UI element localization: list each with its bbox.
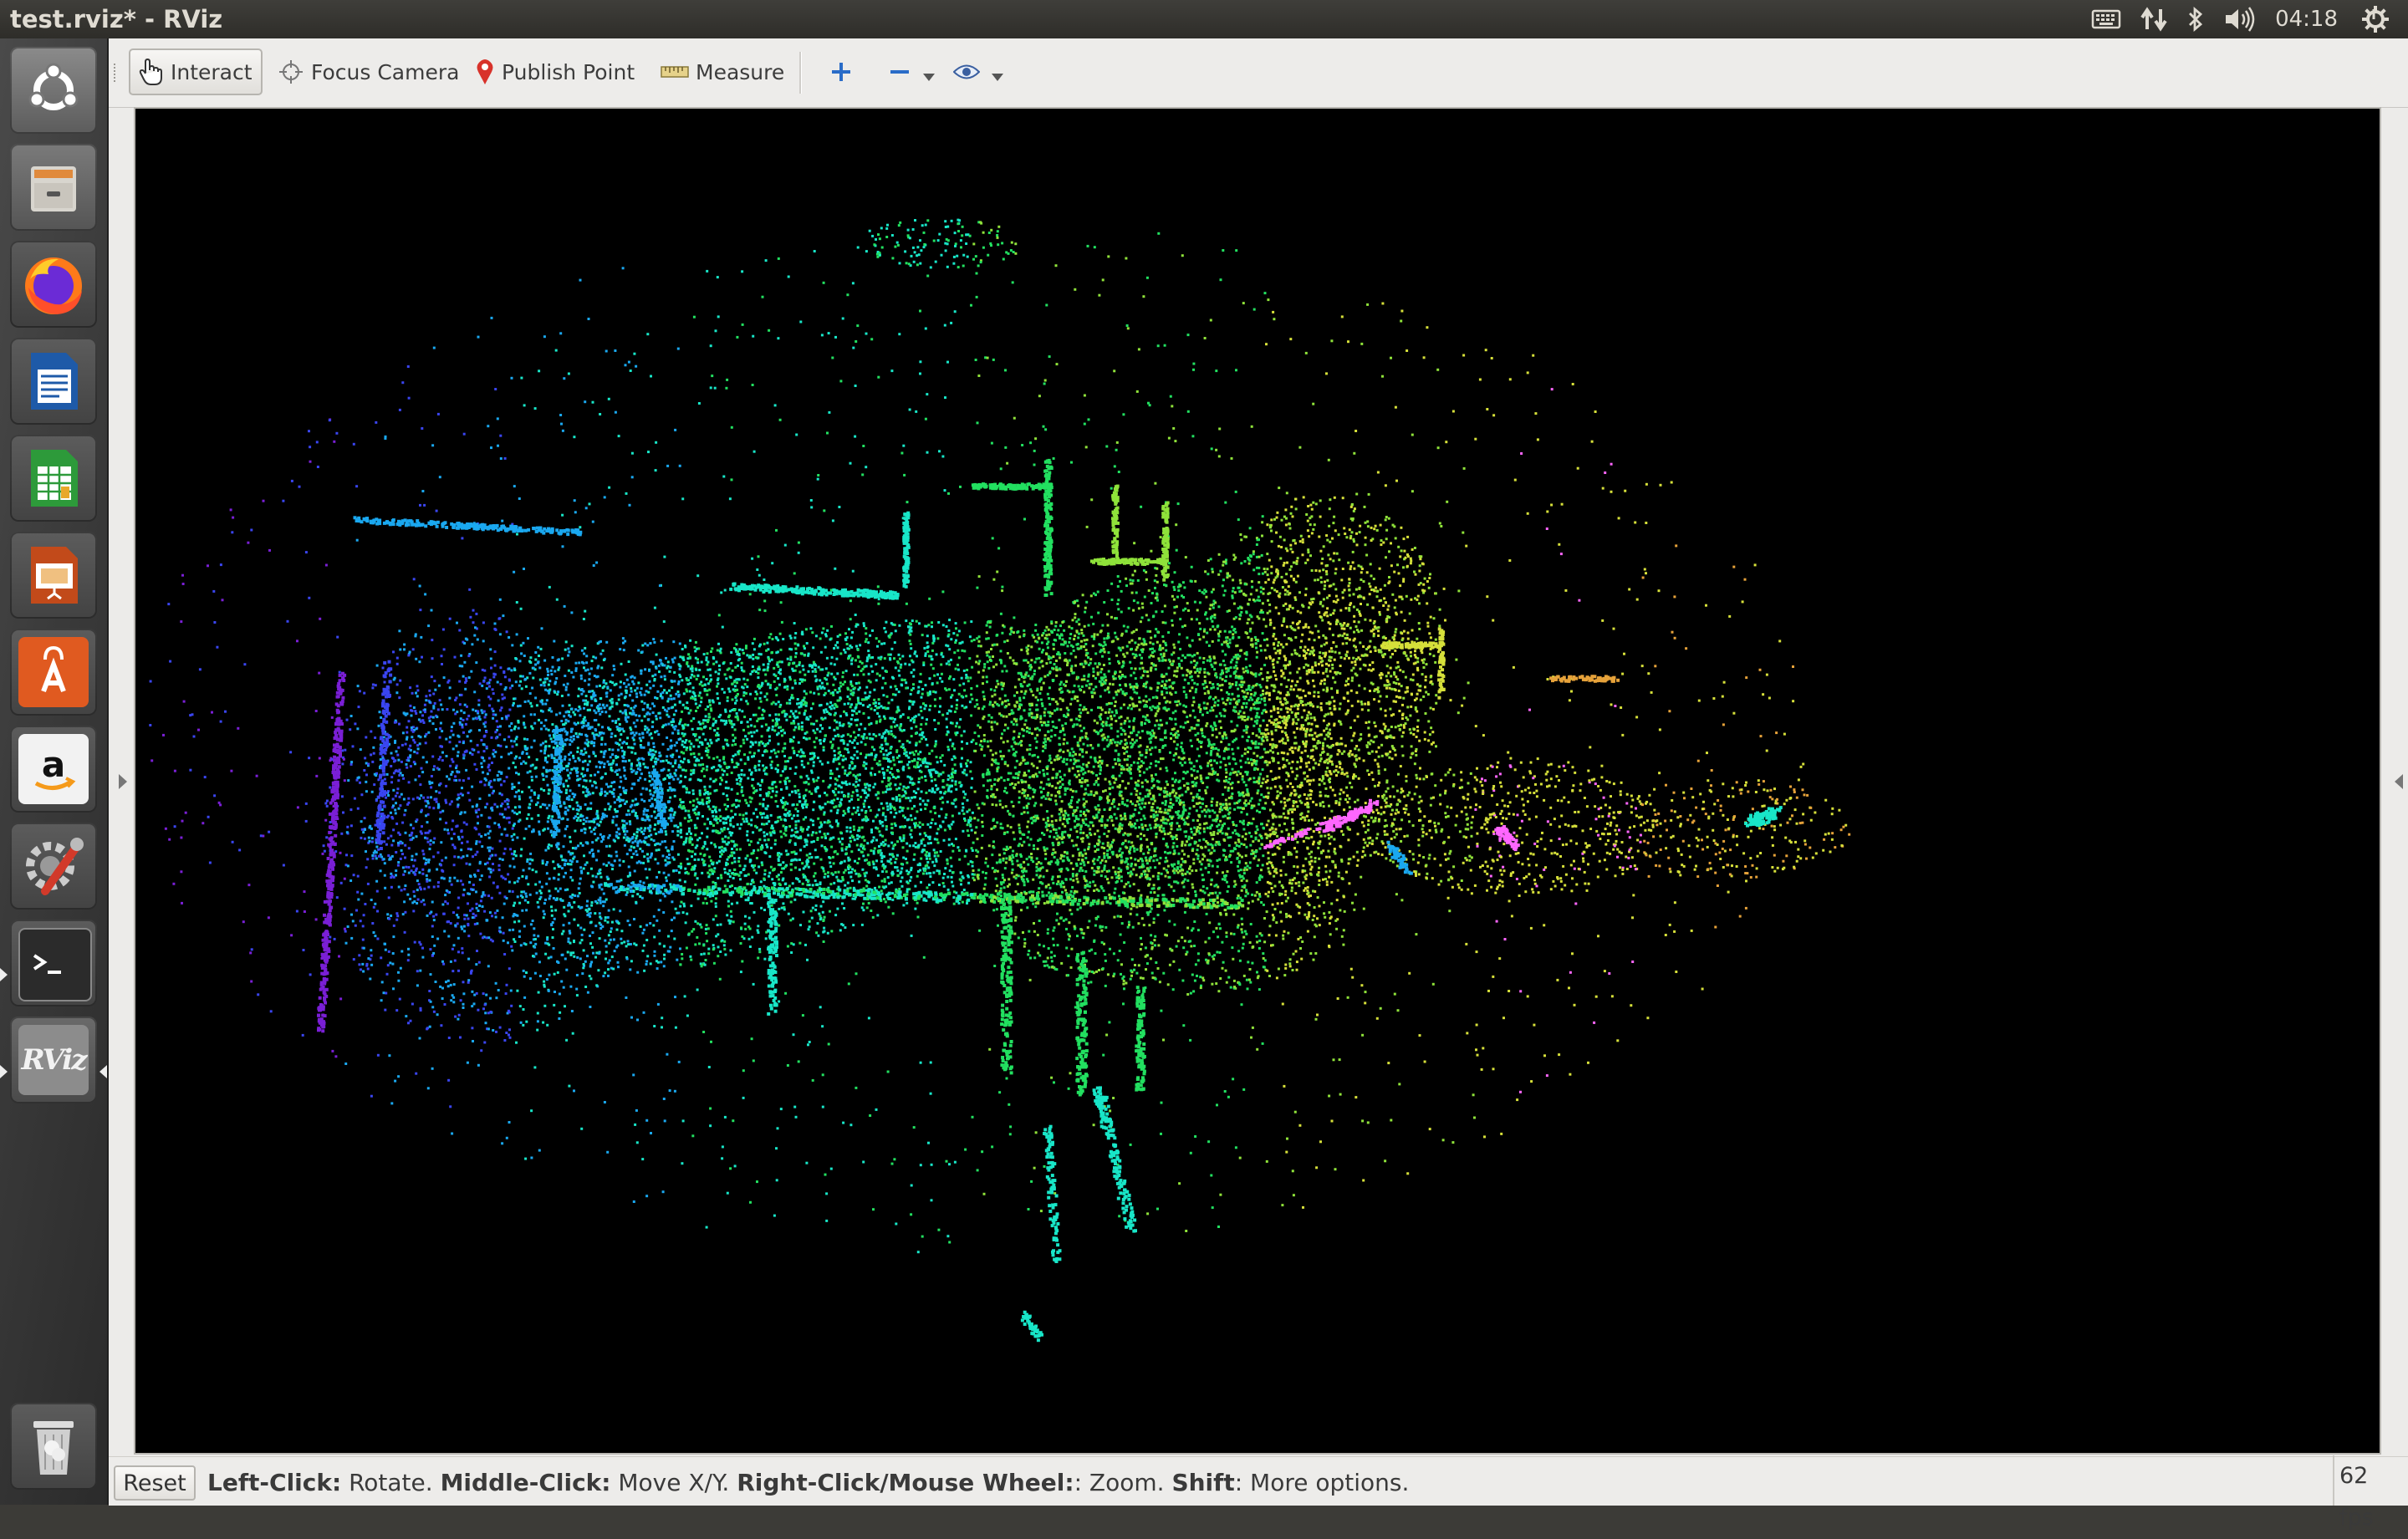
status-bar: Reset Left-Click: Rotate. Middle-Click: …	[109, 1456, 2408, 1506]
tools-toolbar: Interact Focus Camera Publish Point Meas…	[109, 38, 2408, 108]
terminal-icon	[18, 928, 92, 1001]
clock[interactable]: 04:18	[2275, 7, 2338, 32]
gear-icon[interactable]	[2361, 5, 2390, 33]
window-title: test.rviz* - RViz	[10, 0, 222, 38]
measure-label: Measure	[696, 60, 784, 84]
launcher-rviz[interactable]: RViz	[10, 1017, 97, 1103]
ubuntu-logo-icon	[18, 55, 89, 125]
launcher-files[interactable]	[10, 144, 97, 231]
interact-label: Interact	[171, 60, 253, 84]
firefox-icon	[18, 249, 89, 319]
reset-button[interactable]: Reset	[114, 1465, 196, 1501]
launcher-firefox[interactable]	[10, 241, 97, 328]
top-panel: test.rviz* - RViz 04:18	[0, 0, 2408, 38]
launcher-running-indicator	[0, 968, 8, 981]
system-tray: 04:18	[2091, 0, 2408, 38]
launcher-trash[interactable]	[10, 1403, 97, 1490]
trash-icon	[18, 1411, 89, 1481]
right-dock-collapse-handle[interactable]	[2395, 774, 2403, 789]
launcher-amazon[interactable]: a	[10, 726, 97, 813]
eye-icon	[953, 63, 980, 81]
crosshair-icon	[278, 59, 304, 85]
help-key: Right-Click/Mouse Wheel:	[737, 1469, 1074, 1496]
publish-point-tool-button[interactable]: Publish Point	[467, 48, 643, 95]
launcher-software-center[interactable]	[10, 629, 97, 716]
volume-icon[interactable]	[2223, 6, 2257, 33]
launcher-ubuntu-dash[interactable]	[10, 47, 97, 134]
point-cloud-map	[135, 109, 2380, 1453]
launcher: a RViz	[0, 38, 109, 1505]
plus-icon	[829, 60, 853, 84]
file-cabinet-icon	[18, 152, 89, 222]
remove-tool-button[interactable]	[880, 48, 943, 95]
map-pin-icon	[475, 59, 495, 85]
hand-pointer-icon	[139, 58, 164, 86]
launcher-terminal[interactable]	[10, 920, 97, 1006]
shopping-bag-icon	[18, 637, 89, 707]
show-hide-tools-button[interactable]	[945, 48, 1012, 95]
chevron-down-icon	[992, 74, 1003, 81]
launcher-focused-indicator-rviz	[99, 1065, 107, 1078]
help-key: Left-Click:	[207, 1469, 341, 1496]
libreoffice-writer-icon	[18, 346, 89, 416]
help-text: : More options.	[1235, 1469, 1410, 1496]
launcher-impress[interactable]	[10, 532, 97, 619]
interact-tool-button[interactable]: Interact	[129, 48, 263, 95]
focus-camera-label: Focus Camera	[311, 60, 459, 84]
network-icon[interactable]	[2140, 6, 2168, 33]
help-key: Middle-Click:	[441, 1469, 611, 1496]
rviz-window: Interact Focus Camera Publish Point Meas…	[109, 38, 2408, 1505]
launcher-running-indicator-rviz	[0, 1065, 8, 1078]
launcher-writer[interactable]	[10, 338, 97, 425]
settings-wrench-icon	[18, 831, 89, 901]
publish-point-label: Publish Point	[502, 60, 635, 84]
fps-counter: 62 fps	[2333, 1455, 2408, 1506]
svg-text:a: a	[42, 744, 65, 785]
minus-icon	[888, 60, 911, 84]
amazon-icon: a	[18, 734, 89, 804]
rviz-icon-label: RViz	[21, 1043, 85, 1077]
libreoffice-calc-icon	[18, 443, 89, 513]
rviz-icon: RViz	[18, 1025, 89, 1095]
chevron-down-icon	[923, 74, 935, 81]
focus-camera-tool-button[interactable]: Focus Camera	[269, 48, 467, 95]
left-dock-collapse-handle[interactable]	[119, 774, 127, 789]
measure-tool-button[interactable]: Measure	[652, 48, 793, 95]
bluetooth-icon[interactable]	[2186, 6, 2205, 33]
libreoffice-impress-icon	[18, 540, 89, 610]
add-tool-button[interactable]	[821, 48, 868, 95]
toolbar-separator	[799, 52, 802, 94]
launcher-calc[interactable]	[10, 435, 97, 522]
help-text: Move X/Y.	[610, 1469, 737, 1496]
launcher-system-settings[interactable]	[10, 823, 97, 910]
3d-render-viewport[interactable]	[134, 107, 2381, 1455]
help-text: : Zoom.	[1074, 1469, 1172, 1496]
ruler-icon	[661, 64, 689, 80]
toolbar-grip[interactable]	[114, 64, 119, 82]
help-key: Shift	[1171, 1469, 1234, 1496]
keyboard-icon[interactable]	[2091, 7, 2121, 32]
help-text: Rotate.	[341, 1469, 440, 1496]
mouse-help-text: Left-Click: Rotate. Middle-Click: Move X…	[207, 1457, 1409, 1509]
